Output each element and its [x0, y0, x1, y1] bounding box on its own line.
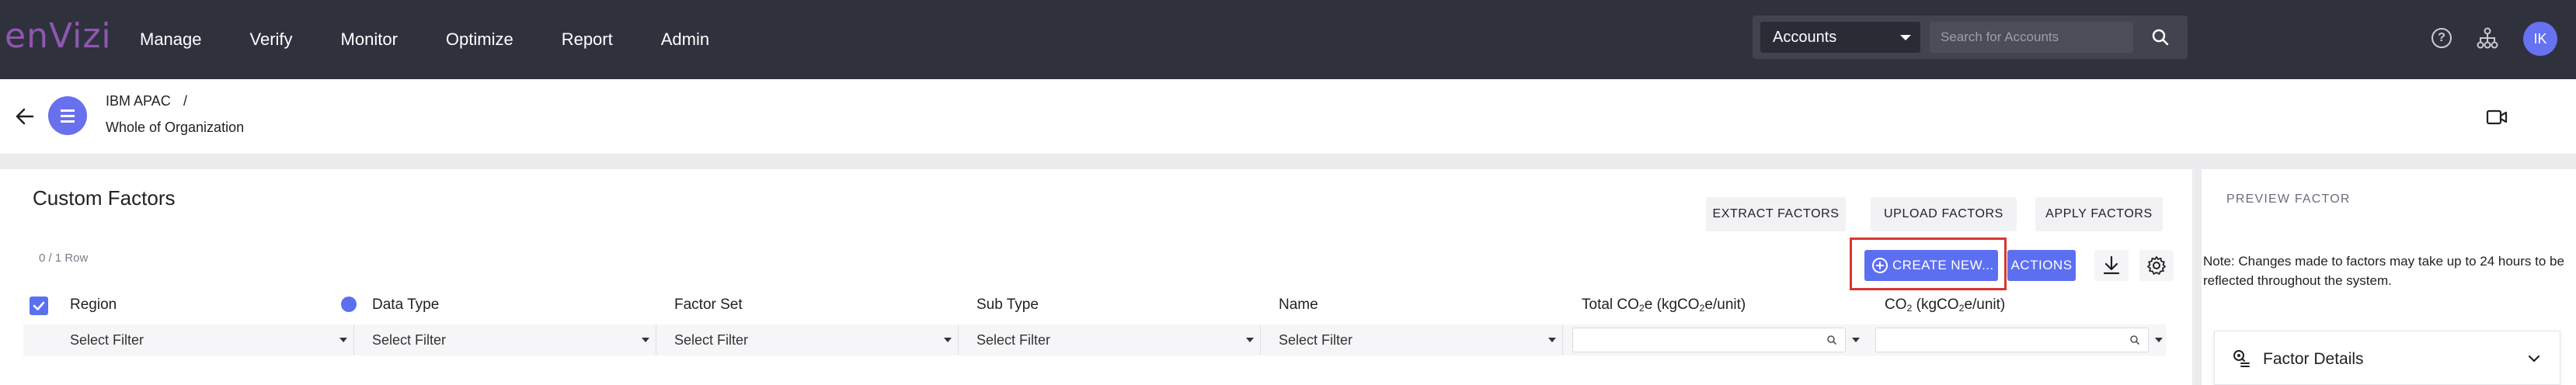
- column-header-text: CO: [1885, 297, 1907, 313]
- column-header-data-type[interactable]: Data Type: [372, 297, 439, 314]
- nav-admin[interactable]: Admin: [661, 29, 709, 50]
- breadcrumb-separator: /: [183, 93, 188, 109]
- help-icon[interactable]: ?: [2432, 28, 2452, 48]
- column-header-co2[interactable]: CO2 (kgCO2e/unit): [1885, 297, 2005, 314]
- download-button[interactable]: [2094, 250, 2129, 281]
- caret-down-icon: [1548, 338, 1556, 342]
- subscript: 2: [1638, 303, 1645, 314]
- back-arrow-icon[interactable]: [14, 106, 36, 127]
- filter-label: Select Filter: [976, 332, 1051, 348]
- co2-filter-input[interactable]: [1875, 328, 2149, 352]
- preview-note: Note: Changes made to factors may take u…: [2203, 254, 2564, 288]
- upload-factors-button[interactable]: UPLOAD FACTORS: [1871, 197, 2017, 231]
- breadcrumb-parent[interactable]: IBM APAC: [106, 93, 171, 109]
- preview-factor-panel: PREVIEW FACTOR Note: Changes made to fac…: [2202, 169, 2576, 385]
- factor-set-filter[interactable]: Select Filter: [665, 324, 959, 356]
- column-header-region[interactable]: Region: [70, 297, 117, 314]
- hierarchy-icon[interactable]: [2476, 26, 2499, 50]
- search-scope-select[interactable]: Accounts: [1760, 22, 1920, 53]
- plus-circle-icon: [1872, 258, 1888, 273]
- create-new-button[interactable]: CREATE NEW...: [1864, 250, 1998, 281]
- column-header-text: Total CO: [1582, 297, 1639, 313]
- column-header-text: e/unit): [1704, 297, 1746, 313]
- account-search-group: Accounts: [1753, 16, 2188, 59]
- name-filter[interactable]: Select Filter: [1269, 324, 1563, 356]
- filter-label: Select Filter: [1279, 332, 1353, 348]
- caret-down-icon: [1246, 338, 1254, 342]
- search-button[interactable]: [2141, 22, 2180, 53]
- page-title: Custom Factors: [33, 186, 176, 210]
- column-header-sub-type[interactable]: Sub Type: [976, 297, 1039, 314]
- create-new-label: CREATE NEW...: [1892, 258, 1994, 272]
- column-header-text: (kgCO: [1912, 297, 1959, 313]
- search-input[interactable]: [1930, 22, 2133, 53]
- column-header-factor-set[interactable]: Factor Set: [674, 297, 743, 314]
- caret-down-icon: [642, 338, 649, 342]
- top-navigation-bar: enVizi Manage Verify Monitor Optimize Re…: [0, 0, 2576, 79]
- menu-line: [61, 115, 75, 117]
- chevron-down-icon: [2528, 355, 2540, 362]
- caret-down-icon[interactable]: [2155, 338, 2163, 342]
- factor-details-accordion[interactable]: Factor Details: [2214, 331, 2560, 385]
- extract-factors-button[interactable]: EXTRACT FACTORS: [1706, 197, 1846, 231]
- custom-factors-panel: Custom Factors EXTRACT FACTORS UPLOAD FA…: [0, 169, 2192, 385]
- column-header-text: e (kgCO: [1644, 297, 1700, 313]
- nav-manage[interactable]: Manage: [140, 29, 202, 50]
- nav-verify[interactable]: Verify: [250, 29, 293, 50]
- breadcrumb-bar: IBM APAC / Whole of Organization: [0, 79, 2576, 154]
- sub-type-filter[interactable]: Select Filter: [967, 324, 1261, 356]
- nav-optimize[interactable]: Optimize: [446, 29, 513, 50]
- filter-label: Select Filter: [674, 332, 749, 348]
- envizi-logo[interactable]: enVizi: [5, 19, 112, 54]
- factor-details-icon: [2233, 350, 2250, 367]
- search-icon: [2130, 335, 2140, 345]
- column-header-total-co2e[interactable]: Total CO2e (kgCO2e/unit): [1582, 297, 1746, 314]
- column-indicator-dot: [341, 297, 357, 312]
- settings-button[interactable]: [2139, 250, 2174, 281]
- menu-line: [61, 120, 75, 123]
- nav-report[interactable]: Report: [562, 29, 613, 50]
- apply-factors-button[interactable]: APPLY FACTORS: [2035, 197, 2163, 231]
- video-icon[interactable]: [2486, 109, 2508, 126]
- gear-icon: [2147, 256, 2166, 275]
- row-count: 0 / 1 Row: [39, 251, 89, 265]
- column-header-name[interactable]: Name: [1279, 297, 1318, 314]
- filter-label: Select Filter: [372, 332, 447, 348]
- hamburger-menu-button[interactable]: [48, 96, 87, 135]
- region-filter[interactable]: Select Filter: [61, 324, 354, 356]
- select-all-checkbox[interactable]: [30, 297, 48, 315]
- caret-down-icon[interactable]: [1852, 338, 1860, 342]
- column-header-text: e/unit): [1964, 297, 2006, 313]
- caret-down-icon: [944, 338, 952, 342]
- nav-monitor[interactable]: Monitor: [341, 29, 398, 50]
- main-nav: Manage Verify Monitor Optimize Report Ad…: [140, 0, 709, 79]
- breadcrumb-current: Whole of Organization: [106, 120, 245, 135]
- total-co2e-filter-input[interactable]: [1572, 328, 1846, 352]
- search-icon: [1827, 335, 1837, 345]
- caret-down-icon: [1900, 35, 1911, 40]
- search-scope-label: Accounts: [1773, 29, 1837, 46]
- actions-button[interactable]: ACTIONS: [2007, 250, 2076, 281]
- search-icon: [2152, 29, 2169, 46]
- download-icon: [2103, 255, 2120, 275]
- data-type-filter[interactable]: Select Filter: [363, 324, 656, 356]
- factor-details-label: Factor Details: [2263, 350, 2364, 368]
- user-avatar[interactable]: IK: [2523, 22, 2557, 56]
- menu-line: [61, 109, 75, 112]
- preview-title: PREVIEW FACTOR: [2226, 192, 2351, 206]
- filter-label: Select Filter: [70, 332, 144, 348]
- checkmark-icon: [33, 301, 45, 310]
- caret-down-icon: [339, 338, 347, 342]
